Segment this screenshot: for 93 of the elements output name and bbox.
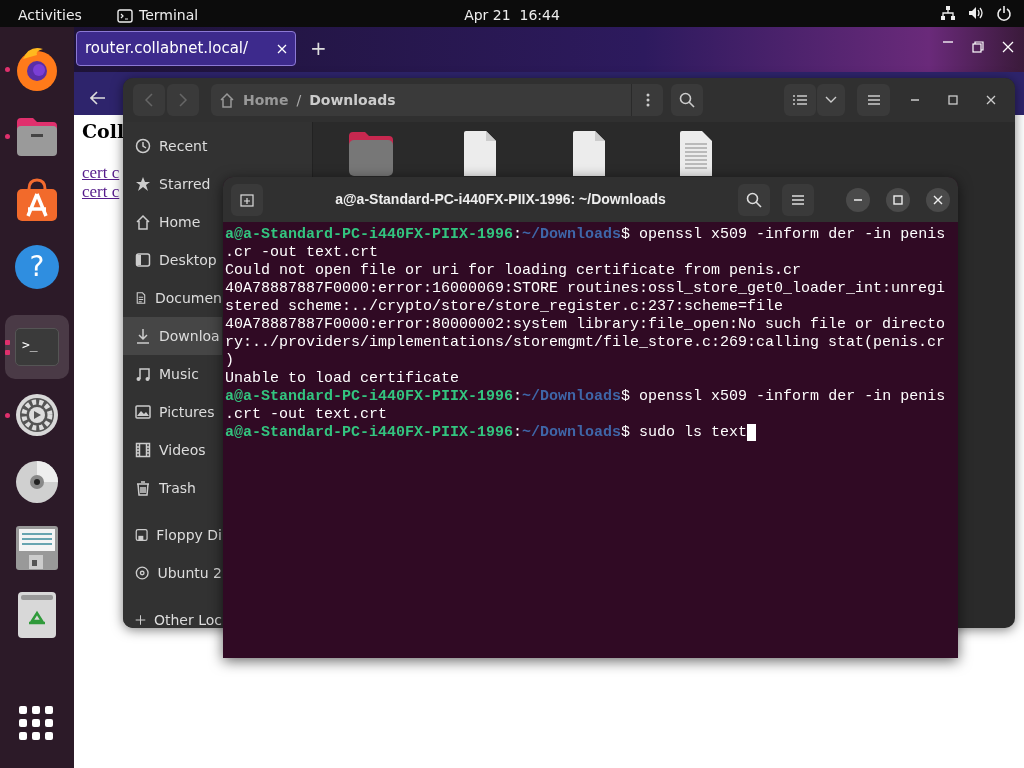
new-tab-button[interactable]	[231, 183, 263, 216]
terminal-line: a@a-Standard-PC-i440FX-PIIX-1996:~/Downloads$ openssl x509 -inform der -in penis	[225, 226, 946, 244]
sidebar-item[interactable]: Floppy Di	[123, 516, 222, 554]
text-file-icon	[678, 130, 714, 176]
document-icon	[15, 525, 59, 571]
forward-icon	[178, 93, 188, 107]
file-icon	[462, 130, 498, 176]
home-icon	[219, 92, 235, 108]
sidebar-item[interactable]: Recent	[123, 127, 222, 165]
new-tab-button[interactable]: +	[310, 33, 327, 63]
file-icon	[571, 130, 607, 176]
sidebar-item[interactable]: Pictures	[123, 393, 222, 431]
terminal-line: ry:../providers/implementations/storemgmt/file_store.c:269:calling stat(penis.cr	[225, 334, 946, 352]
terminal-line: a@a-Standard-PC-i440FX-PIIX-1996:~/Downloads$ openssl x509 -inform der -in penis	[225, 388, 946, 406]
minimize-icon	[853, 198, 863, 201]
menu-button[interactable]	[782, 183, 814, 216]
path-crumb[interactable]: Home	[243, 89, 289, 111]
sidebar-item[interactable]: Home	[123, 203, 222, 241]
page-heading: Coll	[82, 120, 125, 143]
minimize-icon[interactable]	[942, 41, 954, 43]
path-separator: /	[296, 90, 302, 110]
search-icon	[679, 92, 695, 108]
sidebar-item[interactable]: Desktop	[123, 241, 222, 279]
maximize-icon	[948, 95, 958, 105]
close-button[interactable]	[926, 187, 950, 212]
browser-tab[interactable]: router.collabnet.local/	[76, 31, 296, 66]
minimize-icon	[910, 99, 920, 101]
sidebar-item[interactable]: Other Loc	[123, 601, 222, 628]
network-icon[interactable]	[940, 5, 956, 21]
close-icon	[986, 95, 996, 105]
document-icon	[135, 290, 147, 306]
terminal-line: 40A78887887F0000:error:80000002:system library:file_open:No such file or directo	[225, 316, 946, 334]
disc-icon	[14, 459, 60, 505]
clock-icon	[135, 138, 151, 154]
terminal-line: Unable to load certificate	[225, 370, 460, 388]
power-icon[interactable]	[996, 5, 1012, 21]
gear-icon	[14, 392, 60, 438]
maximize-icon	[893, 194, 903, 205]
search-button[interactable]	[671, 84, 703, 116]
list-icon	[793, 94, 807, 106]
sidebar-item[interactable]: Ubuntu 2	[123, 554, 222, 592]
activities-button[interactable]: Activities	[18, 5, 82, 26]
list-view-button[interactable]	[784, 84, 816, 116]
disc-icon	[135, 565, 150, 581]
clock[interactable]: Apr 21 16:44	[464, 5, 560, 26]
terminal-line: 40A78887887F0000:error:16000069:STORE routines:ossl_store_get0_loader_int:unregi	[225, 280, 946, 298]
maximize-button[interactable]	[886, 187, 910, 212]
volume-icon[interactable]	[968, 5, 984, 21]
back-icon	[144, 93, 154, 107]
dock-item[interactable]: >_	[5, 315, 69, 379]
minimize-button[interactable]	[846, 187, 870, 212]
menu-icon	[791, 193, 805, 206]
close-icon[interactable]	[1002, 41, 1014, 53]
search-icon	[746, 191, 762, 208]
terminal-icon	[117, 8, 133, 23]
sidebar-item[interactable]: Starred	[123, 165, 222, 203]
terminal-icon: >_	[15, 328, 59, 366]
terminal-line: .cr -out text.crt	[225, 244, 379, 262]
app-grid-icon[interactable]	[18, 705, 54, 741]
sidebar-item[interactable]: Music	[123, 355, 222, 393]
path-crumb[interactable]: Downloads	[309, 89, 396, 111]
film-icon	[135, 442, 151, 458]
drive-icon	[135, 527, 149, 543]
menu-button[interactable]	[857, 84, 890, 116]
terminal-line: .crt -out text.crt	[225, 406, 388, 424]
sidebar-item[interactable]: Trash	[123, 469, 222, 507]
folder-icon	[347, 130, 395, 176]
desktop-icon	[135, 252, 151, 268]
music-icon	[135, 366, 151, 382]
window-title: a@a-Standard-PC-i440FX-PIIX-1996: ~/Downloads	[335, 190, 666, 209]
picture-icon	[135, 404, 151, 420]
sidebar-item[interactable]: Videos	[123, 431, 222, 469]
terminal-line: )	[225, 352, 234, 370]
menu-icon	[866, 94, 881, 106]
home-icon	[135, 214, 151, 230]
new-tab-icon	[240, 192, 254, 207]
star-icon	[135, 176, 151, 192]
close-icon[interactable]	[277, 43, 287, 54]
terminal-line: a@a-Standard-PC-i440FX-PIIX-1996:~/Downloads$ sudo ls text	[225, 424, 757, 442]
close-icon	[933, 194, 943, 205]
restore-icon[interactable]	[972, 41, 984, 53]
plus-icon	[135, 612, 146, 628]
app-menu[interactable]: Terminal	[117, 5, 199, 26]
chevron-icon	[825, 96, 837, 104]
view-options-button[interactable]	[817, 84, 845, 116]
app-store-icon	[14, 177, 60, 223]
back-arrow-icon[interactable]	[90, 90, 106, 105]
terminal-line: stered scheme:../crypto/store/store_register.c:237:scheme=file	[225, 298, 784, 316]
terminal-line: Could not open file or uri for loading certificate from penis.cr	[225, 262, 802, 280]
search-button[interactable]	[738, 183, 770, 216]
download-icon	[135, 328, 151, 344]
sidebar-item[interactable]: Downloa	[123, 317, 222, 355]
sidebar-item[interactable]: Documen	[123, 279, 222, 317]
